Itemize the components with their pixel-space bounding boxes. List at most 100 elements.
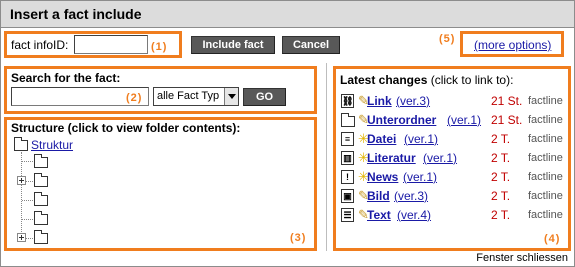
latest-item-user: factline [528,209,563,221]
folder-icon[interactable] [34,173,48,187]
latest-item-name-link[interactable]: Unterordner [367,113,436,127]
close-window-link[interactable]: Fenster schliessen [476,252,568,264]
latest-item-version[interactable]: (ver.1) [447,113,481,127]
latest-item-name[interactable]: Text [367,208,391,222]
latest-item-name-link[interactable]: Link [367,94,392,108]
tree-root-struktur[interactable]: Struktur [31,138,73,152]
news-icon: ! [341,170,354,184]
pencil-icon: ✎ [358,207,369,222]
latest-item-age: 2 T. [491,189,511,203]
marker-3: (3) [290,232,307,244]
latest-heading-bold: Latest changes [340,73,428,87]
version-text[interactable]: ver.1 [427,151,453,165]
latest-item-name[interactable]: Link [367,94,392,108]
latest-item-name-link[interactable]: Datei [367,132,396,146]
tree-line [21,152,22,238]
latest-item-name[interactable]: News [367,170,398,184]
latest-item-version[interactable]: (ver.4) [397,208,431,222]
file-icon: ≡ [341,132,354,146]
marker-1: (1) [151,41,168,53]
latest-item-name-link[interactable]: News [367,170,398,184]
tree-line [22,200,33,201]
pencil-icon: ✎ [358,112,369,127]
marker-5: (5) [439,33,456,45]
marker-4: (4) [544,233,561,245]
version-text[interactable]: ver.1 [407,170,433,184]
folder-icon[interactable] [34,154,48,168]
folder-icon[interactable] [34,192,48,206]
image-icon: ▣ [341,189,354,203]
more-options-link[interactable]: (more options) [474,38,551,52]
latest-item-age: 2 T. [491,170,511,184]
latest-item-link[interactable]: ⛓ ✎ Link (ver.3) 21 St. factline [341,93,566,112]
latest-item-user: factline [528,95,563,107]
fact-type-selected: alle Fact Typ [157,90,220,102]
latest-item-name-link[interactable]: Text [367,208,391,222]
star-icon: ✳ [358,131,369,146]
book-icon: ▥ [341,151,354,165]
go-button[interactable]: GO [243,88,286,106]
version-text[interactable]: ver.3 [398,189,424,203]
infoid-label: fact infoID: [11,38,69,52]
version-text[interactable]: ver.4 [401,208,427,222]
expand-icon[interactable] [17,176,26,185]
latest-item-unterordner[interactable]: ✎ Unterordner (ver.1) 21 St. factline [341,112,566,131]
pencil-icon: ✎ [358,93,369,108]
latest-item-user: factline [528,171,563,183]
latest-item-name-link[interactable]: Bild [367,189,390,203]
latest-item-literatur[interactable]: ▥ ✳ Literatur (ver.1) 2 T. factline [341,150,566,169]
latest-item-news[interactable]: ! ✳ News (ver.1) 2 T. factline [341,169,566,188]
infoid-input[interactable] [74,35,148,54]
marker-2: (2) [126,92,143,104]
latest-changes-heading: Latest changes (click to link to): [340,73,513,87]
latest-item-version[interactable]: (ver.3) [396,94,430,108]
latest-item-name[interactable]: Unterordner [367,113,436,127]
fact-type-select[interactable]: alle Fact Typ [153,87,239,106]
link-icon: ⛓ [341,94,354,108]
version-text[interactable]: ver.3 [400,94,426,108]
cancel-button[interactable]: Cancel [282,36,340,54]
latest-item-user: factline [528,152,563,164]
dialog-titlebar: Insert a fact include [1,1,574,28]
latest-item-bild[interactable]: ▣ ✎ Bild (ver.3) 2 T. factline [341,188,566,207]
latest-item-name[interactable]: Literatur [367,151,416,165]
tree-line [22,219,33,220]
include-fact-button[interactable]: Include fact [191,36,275,54]
latest-item-datei[interactable]: ≡ ✳ Datei (ver.1) 2 T. factline [341,131,566,150]
folder-icon[interactable] [14,137,28,151]
version-text[interactable]: ver.1 [451,113,477,127]
star-icon: ✳ [358,169,369,184]
version-text[interactable]: ver.1 [408,132,434,146]
latest-item-name[interactable]: Bild [367,189,390,203]
chevron-down-icon[interactable] [224,88,238,105]
latest-item-name[interactable]: Datei [367,132,396,146]
latest-item-version[interactable]: (ver.1) [404,132,438,146]
latest-item-text[interactable]: ☰ ✎ Text (ver.4) 2 T. factline [341,207,566,226]
latest-item-version[interactable]: (ver.1) [403,170,437,184]
column-divider [326,63,327,251]
latest-item-age: 21 St. [491,113,523,127]
pencil-icon: ✎ [358,188,369,203]
folder-shape [341,113,355,127]
search-heading: Search for the fact: [11,71,121,85]
star-icon: ✳ [358,150,369,165]
latest-item-age: 21 St. [491,94,523,108]
dialog-title: Insert a fact include [10,6,142,22]
folder-icon [341,113,355,127]
latest-item-version[interactable]: (ver.1) [423,151,457,165]
latest-item-age: 2 T. [491,208,511,222]
text-icon: ☰ [341,208,354,222]
latest-item-age: 2 T. [491,132,511,146]
insert-fact-dialog: Insert a fact include fact infoID: (1) I… [0,0,575,267]
folder-icon[interactable] [34,211,48,225]
latest-item-age: 2 T. [491,151,511,165]
folder-icon[interactable] [34,230,48,244]
latest-item-name-link[interactable]: Literatur [367,151,416,165]
latest-item-user: factline [528,133,563,145]
expand-icon[interactable] [17,233,26,242]
latest-item-user: factline [528,190,563,202]
tree-line [22,161,33,162]
latest-item-version[interactable]: (ver.3) [394,189,428,203]
structure-heading: Structure (click to view folder contents… [11,121,241,135]
latest-item-user: factline [528,114,563,126]
